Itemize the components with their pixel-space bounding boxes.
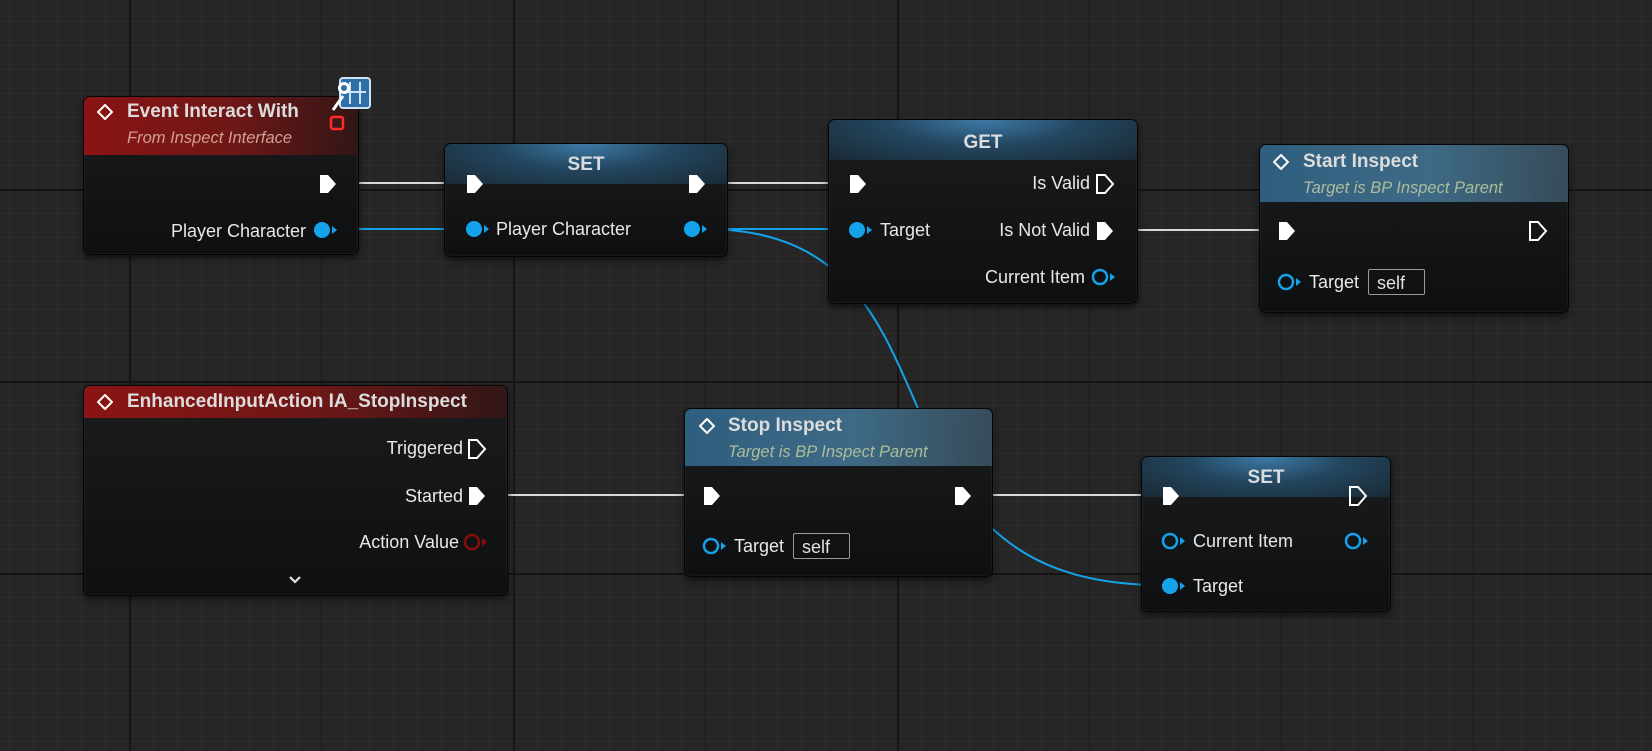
interface-badge-icon <box>331 77 371 111</box>
target-self-field[interactable]: self <box>1368 269 1425 295</box>
function-diamond-icon <box>699 418 715 434</box>
node-subtitle: From Inspect Interface <box>127 129 293 147</box>
exec-in-pin[interactable] <box>702 485 722 507</box>
current-item-output-label: Current Item <box>984 267 1085 287</box>
exec-out-pin[interactable] <box>1528 220 1548 242</box>
triggered-label: Triggered <box>386 438 463 458</box>
current-item-input-label: Current Item <box>1193 531 1294 551</box>
current-item-input-pin[interactable] <box>1161 532 1187 550</box>
node-title: Stop Inspect <box>728 415 843 436</box>
exec-out-pin[interactable] <box>953 485 973 507</box>
current-item-output-pin[interactable] <box>1344 532 1370 550</box>
target-input-label: Target <box>1309 272 1360 292</box>
action-value-pin[interactable] <box>463 533 489 551</box>
player-character-output-pin[interactable] <box>313 221 339 239</box>
player-character-input-pin[interactable] <box>465 220 491 238</box>
node-title: GET <box>963 132 1003 153</box>
player-character-output-label: Player Character <box>170 221 306 241</box>
validated-get-current-item-node[interactable]: GET Is Valid Target Is Not Valid Current… <box>828 119 1138 304</box>
set-player-character-node[interactable]: SET Player Character <box>444 143 728 257</box>
exec-in-pin[interactable] <box>465 173 485 195</box>
target-input-label: Target <box>734 536 785 556</box>
start-inspect-node[interactable]: Start Inspect Target is BP Inspect Paren… <box>1259 144 1569 313</box>
exec-in-pin[interactable] <box>1161 485 1181 507</box>
exec-out-pin[interactable] <box>318 173 338 195</box>
event-diamond-icon <box>97 104 113 120</box>
target-self-field[interactable]: self <box>793 533 850 559</box>
target-input-label: Target <box>880 220 931 240</box>
chevron-down-icon[interactable] <box>287 574 303 586</box>
target-input-pin[interactable] <box>1161 577 1187 595</box>
node-header: Start Inspect Target is BP Inspect Paren… <box>1260 145 1568 202</box>
current-item-output-pin[interactable] <box>1091 268 1117 286</box>
node-header: SET <box>445 144 727 184</box>
is-not-valid-exec-pin[interactable] <box>1095 220 1115 242</box>
target-input-pin[interactable] <box>848 221 874 239</box>
started-exec-pin[interactable] <box>467 485 487 507</box>
is-valid-label: Is Valid <box>1032 173 1090 193</box>
node-title: Start Inspect <box>1303 151 1419 172</box>
triggered-exec-pin[interactable] <box>467 438 487 460</box>
target-input-pin[interactable] <box>702 537 728 555</box>
node-title: SET <box>567 154 605 175</box>
exec-in-pin[interactable] <box>1277 220 1297 242</box>
enhanced-input-action-node[interactable]: EnhancedInputAction IA_StopInspect Trigg… <box>83 385 508 596</box>
node-header: EnhancedInputAction IA_StopInspect <box>84 386 507 418</box>
exec-out-pin[interactable] <box>687 173 707 195</box>
node-header: GET <box>829 120 1137 160</box>
target-input-pin[interactable] <box>1277 273 1303 291</box>
event-interact-node[interactable]: Event Interact With From Inspect Interfa… <box>83 96 359 255</box>
function-diamond-icon <box>1273 154 1289 170</box>
exec-in-pin[interactable] <box>848 173 868 195</box>
is-valid-exec-pin[interactable] <box>1095 173 1115 195</box>
delegate-pin-icon[interactable] <box>329 115 345 131</box>
player-character-output-pin[interactable] <box>683 220 709 238</box>
node-title: Event Interact With <box>127 101 299 122</box>
node-subtitle: Target is BP Inspect Parent <box>1303 179 1503 197</box>
node-subtitle: Target is BP Inspect Parent <box>728 443 928 461</box>
action-value-label: Action Value <box>359 532 459 552</box>
event-diamond-icon <box>97 394 113 410</box>
node-title: EnhancedInputAction IA_StopInspect <box>127 391 467 412</box>
player-character-input-label: Player Character <box>496 219 632 239</box>
stop-inspect-node[interactable]: Stop Inspect Target is BP Inspect Parent… <box>684 408 993 577</box>
exec-out-pin[interactable] <box>1348 485 1368 507</box>
node-header: Stop Inspect Target is BP Inspect Parent <box>685 409 992 466</box>
node-header: Event Interact With From Inspect Interfa… <box>84 97 358 155</box>
is-not-valid-label: Is Not Valid <box>999 220 1090 240</box>
set-current-item-node[interactable]: SET Current Item Target <box>1141 456 1391 612</box>
started-label: Started <box>404 486 463 506</box>
target-input-label: Target <box>1193 576 1244 596</box>
